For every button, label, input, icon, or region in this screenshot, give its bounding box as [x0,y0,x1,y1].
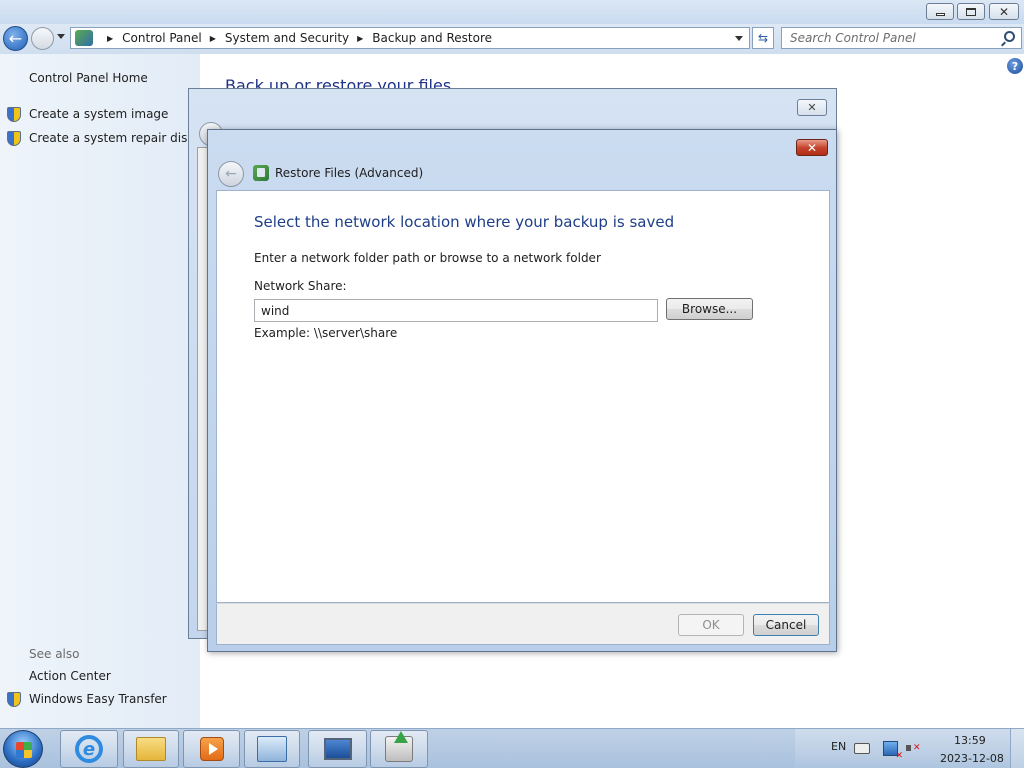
minimize-button[interactable] [926,3,954,20]
restore-files-advanced-dialog: ✕ ← Restore Files (Advanced) Select the … [207,129,837,652]
background-dialog-close-button[interactable]: ✕ [797,99,827,116]
remote-desktop-icon [323,738,352,760]
shield-icon [7,131,21,146]
clock-date[interactable]: 2023-12-08 [940,752,1004,765]
arrow-left-icon: ← [8,29,23,48]
recent-pages-dropdown[interactable] [57,34,65,39]
taskbar-media-player[interactable] [183,730,240,768]
close-icon: ✕ [998,4,1010,19]
breadcrumb-separator-icon[interactable]: ▶ [357,34,363,43]
control-panel-home-link[interactable]: Control Panel Home [29,71,148,85]
dialog-title: Restore Files (Advanced) [275,166,424,180]
minimize-icon [935,13,945,16]
dialog-heading: Select the network location where your b… [254,213,675,231]
breadcrumb-separator-icon[interactable]: ▶ [210,34,216,43]
shield-icon [7,692,21,707]
close-icon: ✕ [806,140,818,155]
dialog-footer: OK Cancel [216,603,830,645]
network-share-label: Network Share: [254,279,347,293]
backup-restore-icon [385,731,413,762]
breadcrumb-control-panel[interactable]: Control Panel ▶ [122,31,225,45]
start-button[interactable] [3,730,43,768]
restore-button[interactable] [957,3,985,20]
volume-muted-icon[interactable] [906,741,921,755]
window-titlebar: ✕ [0,0,1024,24]
search-input[interactable] [782,28,992,48]
search-box[interactable] [781,27,1022,49]
breadcrumb-backup-restore[interactable]: Backup and Restore [372,31,492,45]
create-system-image-link[interactable]: Create a system image [29,107,168,121]
windows-logo-icon [16,742,32,758]
windows-easy-transfer-link[interactable]: Windows Easy Transfer [29,692,167,706]
forward-button[interactable] [31,27,54,50]
search-icon[interactable] [1004,31,1015,42]
refresh-button[interactable]: ⇆ [752,27,774,49]
action-center-link[interactable]: Action Center [29,669,111,683]
cancel-button[interactable]: Cancel [753,614,819,636]
control-panel-icon [75,30,93,46]
example-text: Example: \\server\share [254,326,398,340]
shield-icon [7,107,21,122]
media-player-icon [199,737,224,761]
system-tray: EN 13:59 2023-12-08 [795,729,1024,768]
breadcrumb-separator-icon[interactable]: ▶ [107,34,113,43]
internet-explorer-icon: e [75,735,103,763]
window-close-button[interactable]: ✕ [989,3,1019,20]
help-icon[interactable]: ? [1007,58,1023,74]
dialog-close-button[interactable]: ✕ [796,139,828,156]
address-bar[interactable]: ▶ Control Panel ▶ System and Security ▶ Ba… [70,27,750,49]
language-indicator[interactable]: EN [831,740,846,753]
instruction-text: Enter a network folder path or browse to… [254,251,601,265]
show-desktop-button[interactable] [1010,729,1024,768]
restore-icon [966,7,976,16]
taskbar-remote-desktop[interactable] [308,730,367,768]
taskbar: e EN 13:59 2023-12-08 [0,728,1024,768]
taskbar-internet-explorer[interactable]: e [60,730,118,768]
create-repair-disc-link[interactable]: Create a system repair disc [29,131,194,145]
taskbar-control-panel[interactable] [244,730,300,768]
control-panel-icon [257,736,287,762]
dialog-content: Select the network location where your b… [216,190,830,603]
browse-button[interactable]: Browse... [666,298,753,320]
clock-time[interactable]: 13:59 [954,734,986,747]
left-task-pane: Control Panel Home Create a system image… [0,54,200,728]
taskbar-windows-explorer[interactable] [123,730,179,768]
network-share-input[interactable] [254,299,658,322]
taskbar-backup-restore[interactable] [370,730,428,768]
keyboard-icon[interactable] [854,743,870,754]
close-icon: ✕ [807,101,817,114]
dialog-back-button[interactable]: ← [218,161,244,187]
arrow-left-icon: ← [225,166,237,182]
backup-restore-icon [253,165,269,181]
breadcrumb-system-security[interactable]: System and Security ▶ [225,31,372,45]
network-disconnected-icon[interactable] [883,741,903,761]
see-also-heading: See also [29,647,80,661]
windows-explorer-icon [136,737,166,761]
address-dropdown-icon[interactable] [735,36,743,41]
ok-button[interactable]: OK [678,614,744,636]
refresh-icon: ⇆ [757,31,769,45]
back-button[interactable]: ← [3,26,28,51]
